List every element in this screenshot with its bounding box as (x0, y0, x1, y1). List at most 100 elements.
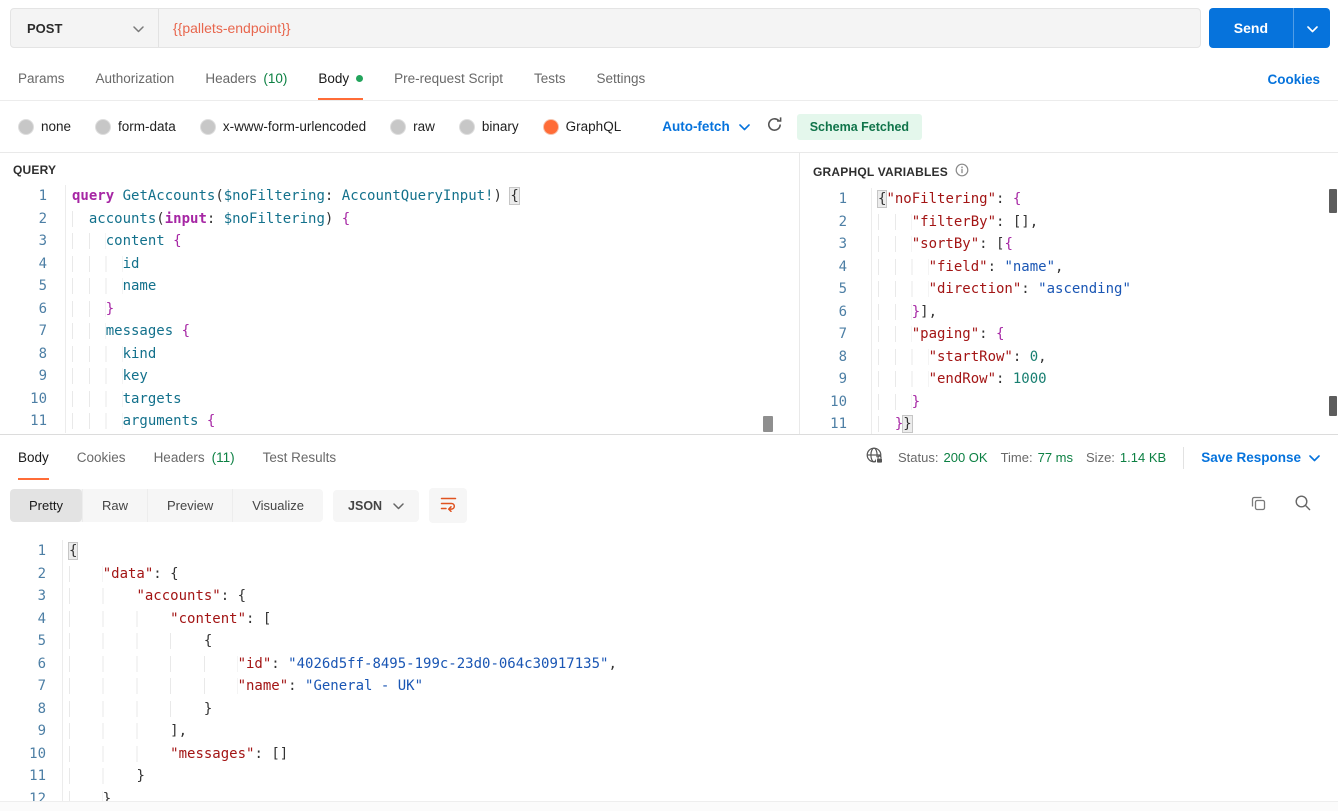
line-number: 8 (800, 345, 872, 368)
request-bar: POST {{pallets-endpoint}} Send (0, 0, 1338, 56)
copy-icon (1250, 495, 1267, 517)
code-line: 8 kind (0, 342, 799, 365)
radio-icon (96, 119, 111, 134)
code-line: 9 ], (0, 720, 1338, 743)
variables-scrollbar-thumb[interactable] (1329, 189, 1337, 213)
line-number: 4 (800, 255, 872, 278)
body-mode-form-data[interactable]: form-data (96, 119, 176, 134)
tab-params[interactable]: Params (18, 56, 65, 100)
body-mode-graphql[interactable]: GraphQL (543, 119, 622, 134)
tab-label: Cookies (76, 450, 126, 465)
tab-settings[interactable]: Settings (596, 56, 645, 100)
code-line: 7 messages { (0, 320, 799, 343)
code-line: 9 key (0, 365, 799, 388)
line-number: 6 (0, 652, 63, 675)
code-line: 5 name (0, 275, 799, 298)
code-line: 5 "direction": "ascending" (800, 278, 1338, 301)
code-line: 3 "sortBy": [{ (800, 233, 1338, 256)
horizontal-scrollbar[interactable] (0, 801, 1338, 811)
copy-button[interactable] (1250, 495, 1267, 517)
body-mode-binary[interactable]: binary (459, 119, 519, 134)
tab-label: Params (18, 70, 65, 86)
response-toolbar: Pretty Raw Preview Visualize JSON (0, 480, 1338, 531)
send-button[interactable]: Send (1208, 8, 1330, 48)
chevron-down-icon (133, 21, 144, 36)
url-input[interactable]: {{pallets-endpoint}} (159, 20, 1200, 36)
divider (1183, 446, 1185, 469)
query-editor[interactable]: 1 query GetAccounts($noFiltering: Account… (0, 185, 799, 434)
view-raw[interactable]: Raw (81, 489, 147, 522)
tab-body[interactable]: Body (318, 56, 364, 100)
variables-panel: GRAPHQL VARIABLES 1 {"noFiltering": {2 "f… (800, 153, 1338, 434)
chevron-down-icon (738, 119, 750, 134)
view-visualize[interactable]: Visualize (232, 489, 323, 522)
response-tab-test-results[interactable]: Test Results (263, 435, 337, 480)
tab-label: Headers (153, 450, 205, 465)
query-panel-header: QUERY (0, 153, 799, 185)
line-number: 9 (0, 720, 63, 743)
response-tab-cookies[interactable]: Cookies (77, 435, 126, 480)
code-line: 1{ (0, 540, 1338, 563)
body-mode-raw[interactable]: raw (391, 119, 435, 134)
tab-label: Headers (205, 70, 257, 86)
query-panel-title: QUERY (13, 163, 57, 177)
status-label: Status: (898, 450, 939, 465)
cookies-link[interactable]: Cookies (1267, 56, 1320, 100)
line-number: 9 (0, 365, 66, 388)
search-button[interactable] (1294, 494, 1312, 517)
response-tab-headers[interactable]: Headers (11) (154, 435, 235, 480)
line-number: 8 (0, 342, 66, 365)
response-body-editor[interactable]: 1{2 "data": {3 "accounts": {4 "content":… (0, 531, 1338, 811)
code-line: 7 "paging": { (800, 323, 1338, 346)
mode-label: raw (413, 119, 435, 134)
network-globe-lock-icon[interactable] (865, 446, 885, 469)
autofetch-dropdown[interactable]: Auto-fetch (662, 119, 750, 134)
variables-scrollbar-mark (1329, 396, 1337, 416)
language-select[interactable]: JSON (333, 489, 420, 522)
tab-tests[interactable]: Tests (534, 56, 566, 100)
save-response-button[interactable]: Save Response (1201, 450, 1320, 465)
code-line: 4 id (0, 252, 799, 275)
tab-headers[interactable]: Headers (10) (205, 56, 287, 100)
code-line: 2 "filterBy": [], (800, 210, 1338, 233)
mode-label: form-data (118, 119, 176, 134)
refresh-schema-button[interactable] (766, 116, 783, 138)
view-preview[interactable]: Preview (146, 489, 232, 522)
line-number: 6 (0, 297, 66, 320)
size-pair: Size: 1.14 KB (1086, 450, 1166, 465)
code-line: 4 "field": "name", (800, 255, 1338, 278)
code-line: 9 "endRow": 1000 (800, 368, 1338, 391)
line-number: 2 (800, 210, 872, 233)
code-line: 2 "data": { (0, 562, 1338, 585)
toolbar-right (1250, 494, 1328, 517)
graphql-section: QUERY 1 query GetAccounts($noFiltering: A… (0, 152, 1338, 434)
method-select[interactable]: POST (11, 9, 159, 47)
body-mode-none[interactable]: none (19, 119, 71, 134)
tab-label: Pre-request Script (394, 70, 503, 86)
line-number: 1 (0, 540, 63, 563)
code-line: 8 "startRow": 0, (800, 345, 1338, 368)
line-number: 2 (0, 207, 66, 230)
code-line: 7 "name": "General - UK" (0, 675, 1338, 698)
code-line: 1 {"noFiltering": { (800, 188, 1338, 211)
code-line: 2 accounts(input: $noFiltering) { (0, 207, 799, 230)
status-pair: Status: 200 OK (898, 450, 988, 465)
mode-label: GraphQL (565, 119, 622, 134)
time-pair: Time: 77 ms (1001, 450, 1073, 465)
variables-editor[interactable]: 1 {"noFiltering": {2 "filterBy": [], 3 "so… (800, 188, 1338, 434)
tab-pre-request-script[interactable]: Pre-request Script (394, 56, 503, 100)
radio-icon (543, 119, 558, 134)
send-options-button[interactable] (1293, 8, 1330, 48)
view-pretty[interactable]: Pretty (10, 489, 82, 522)
line-number: 1 (800, 188, 872, 211)
response-tab-body[interactable]: Body (18, 435, 49, 480)
response-tabs: Status: 200 OK Time: 77 ms Size: 1.14 KB… (0, 435, 1338, 480)
code-line: 10 "messages": [] (0, 742, 1338, 765)
query-scrollbar-thumb[interactable] (763, 416, 773, 432)
tab-authorization[interactable]: Authorization (96, 56, 175, 100)
query-panel: QUERY 1 query GetAccounts($noFiltering: A… (0, 153, 800, 434)
body-mode-x-www-form-urlencoded[interactable]: x-www-form-urlencoded (200, 119, 366, 134)
line-number: 10 (0, 387, 66, 410)
wrap-lines-button[interactable] (429, 488, 468, 523)
code-line: 3 content { (0, 230, 799, 253)
